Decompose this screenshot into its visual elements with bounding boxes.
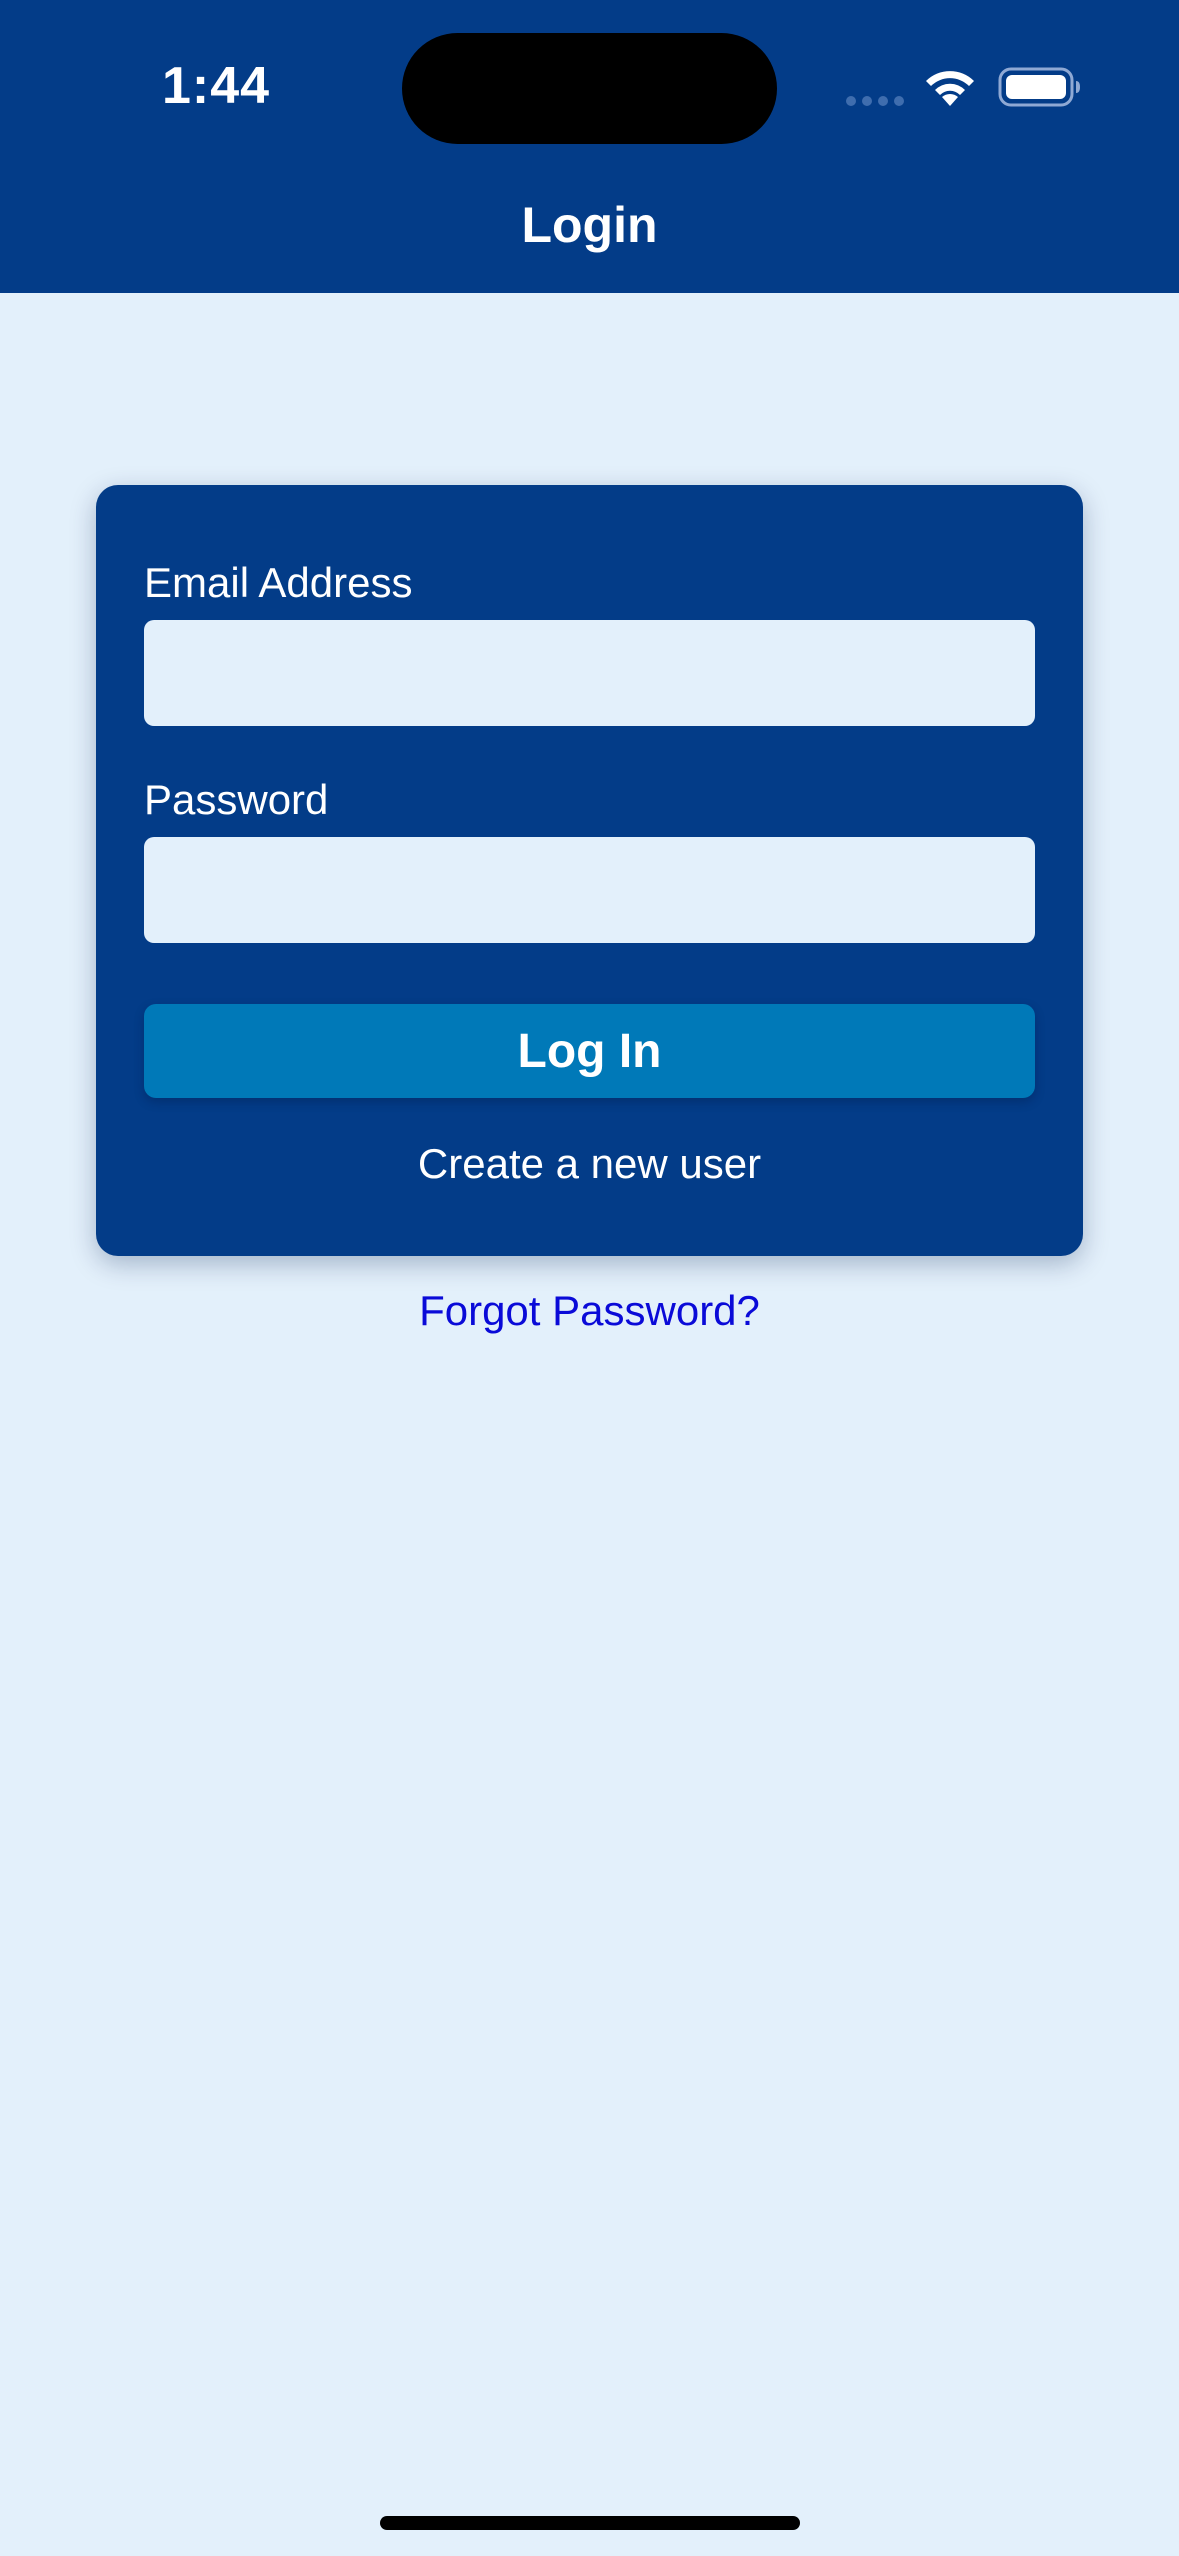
email-field[interactable] [144, 620, 1035, 726]
header-bar: 1:44 Login [0, 0, 1179, 293]
home-indicator[interactable] [380, 2516, 800, 2530]
email-label: Email Address [144, 559, 413, 606]
password-label: Password [144, 776, 329, 823]
login-screen: 1:44 Login Email Address Password Log In… [0, 0, 1179, 2556]
wifi-icon [926, 71, 974, 106]
dynamic-island [402, 33, 777, 144]
page-title: Login [521, 197, 658, 253]
login-card: Email Address Password Log In Create a n… [96, 485, 1083, 1256]
forgot-password-link[interactable]: Forgot Password? [0, 1287, 1179, 1335]
signal-dots-icon [846, 96, 904, 106]
password-field[interactable] [144, 837, 1035, 943]
login-button[interactable]: Log In [144, 1004, 1035, 1098]
status-time: 1:44 [162, 57, 271, 115]
create-user-link[interactable]: Create a new user [96, 1140, 1083, 1188]
battery-icon [998, 67, 1080, 107]
